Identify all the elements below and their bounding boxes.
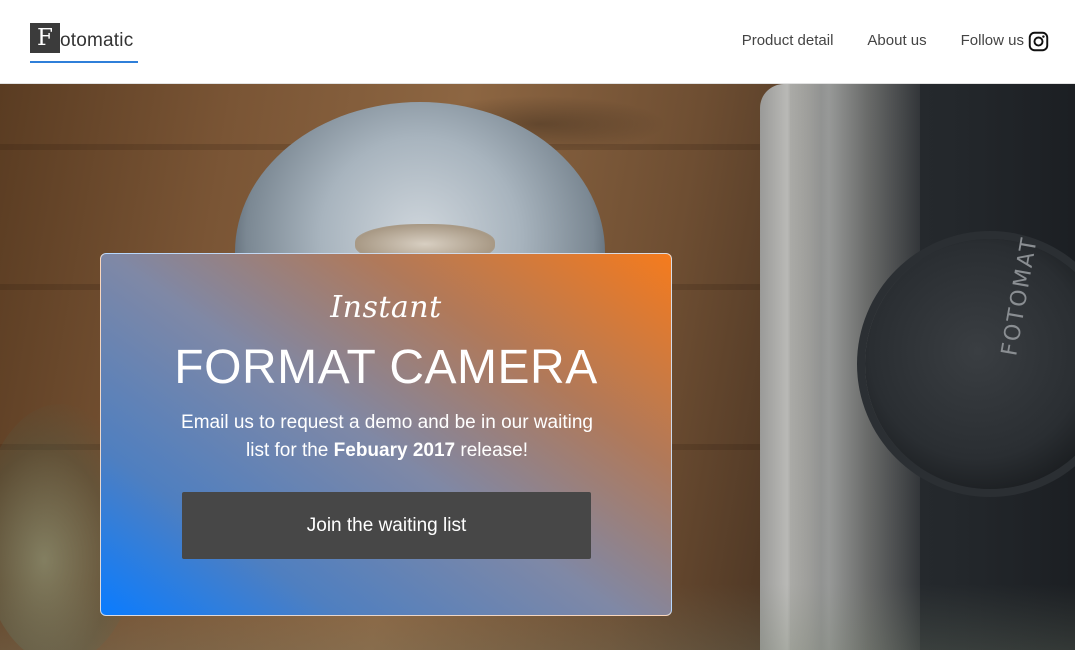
card-description-end: release!	[455, 440, 528, 461]
nav-about-us[interactable]: About us	[867, 30, 926, 52]
card-tagline: Instant	[330, 290, 442, 325]
follow-us-label: Follow us	[960, 32, 1024, 49]
card-description: Email us to request a demo and be in our…	[171, 409, 603, 465]
site-header: F otomatic Product detail About us Follo…	[0, 0, 1075, 84]
card-release-date: Febuary 2017	[333, 440, 456, 461]
instagram-icon	[1028, 31, 1049, 51]
logo-text: otomatic	[60, 30, 134, 51]
main-nav: Product detail About us Follow us	[742, 30, 1049, 52]
card-title: FORMAT CAMERA	[174, 341, 598, 394]
promo-card: Instant FORMAT CAMERA Email us to reques…	[100, 253, 672, 616]
join-waiting-list-button[interactable]: Join the waiting list	[182, 492, 591, 559]
nav-follow-us[interactable]: Follow us	[961, 30, 1049, 52]
logo-mark: F	[30, 23, 60, 53]
logo[interactable]: F otomatic	[30, 23, 138, 63]
nav-product-detail[interactable]: Product detail	[742, 30, 834, 52]
